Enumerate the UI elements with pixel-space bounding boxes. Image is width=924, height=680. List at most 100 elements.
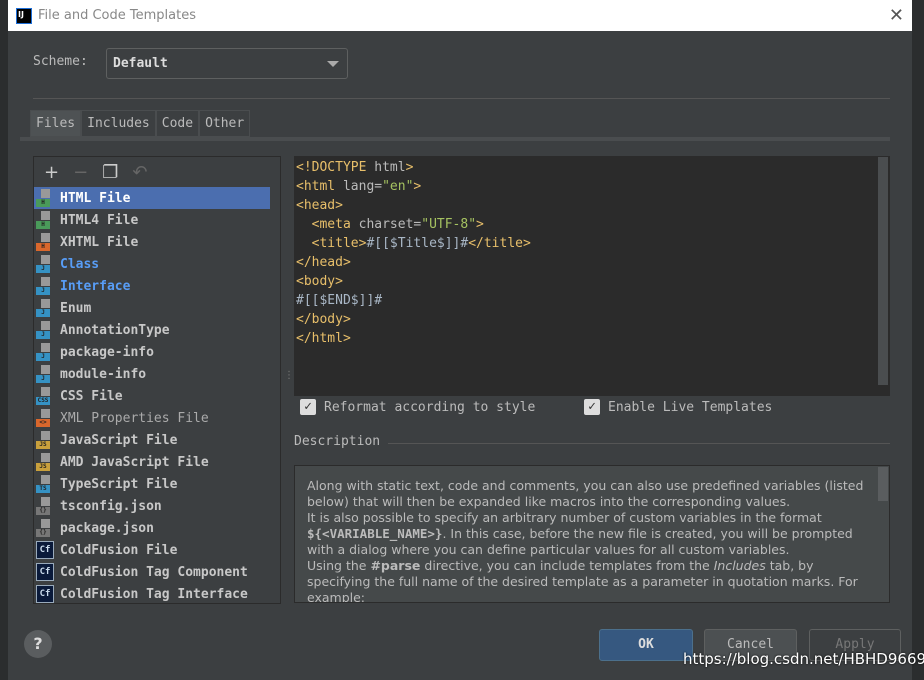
list-item[interactable]: <> XML Properties File xyxy=(34,407,270,429)
ok-button[interactable]: OK xyxy=(599,629,693,661)
tab-files[interactable]: Files xyxy=(30,110,82,137)
file-type-icon: J xyxy=(36,255,54,273)
list-item[interactable]: J Enum xyxy=(34,297,270,319)
code-token: "en" xyxy=(382,179,414,194)
code-line: <html lang="en"> xyxy=(296,177,888,196)
code-token: lang= xyxy=(342,179,383,194)
list-item-label: module-info xyxy=(60,366,147,382)
code-token: "UTF-8" xyxy=(421,217,477,232)
tab-code[interactable]: Code xyxy=(155,110,200,137)
file-type-icon: J xyxy=(36,277,54,295)
tab-includes[interactable]: Includes xyxy=(81,110,156,137)
list-item-label: package-info xyxy=(60,344,154,360)
scheme-dropdown[interactable]: Default xyxy=(106,48,348,79)
list-item[interactable]: Cf ColdFusion File xyxy=(34,539,270,561)
reformat-checkbox[interactable]: ✓ Reformat according to style xyxy=(300,399,535,415)
list-item-label: HTML4 File xyxy=(60,212,139,228)
code-line: </head> xyxy=(296,253,888,272)
file-type-icon: J xyxy=(36,299,54,317)
code-token: <body> xyxy=(296,274,343,289)
list-item-label: AMD JavaScript File xyxy=(60,454,209,470)
plus-icon[interactable]: + xyxy=(44,162,59,183)
file-type-icon: JS xyxy=(36,431,54,449)
code-token: </head> xyxy=(296,255,351,270)
code-token: charset= xyxy=(358,217,422,232)
file-type-icon: J xyxy=(36,321,54,339)
file-type-icon: {} xyxy=(36,519,54,537)
intellij-logo: IJ xyxy=(16,7,32,24)
list-item[interactable]: JS JavaScript File xyxy=(34,429,270,451)
code-token: #[[$Title$]]# xyxy=(366,236,469,251)
tab-bar: Files Includes Code Other xyxy=(30,110,251,137)
list-item[interactable]: {} package.json xyxy=(34,517,270,539)
divider xyxy=(388,443,890,444)
help-button[interactable]: ? xyxy=(24,630,52,658)
description-scrollbar[interactable] xyxy=(878,467,888,501)
divider xyxy=(33,98,890,99)
list-item[interactable]: Jpackage-info xyxy=(34,341,270,363)
chevron-down-icon xyxy=(327,61,339,67)
file-type-icon: H xyxy=(36,233,54,251)
copy-icon[interactable]: ❐ xyxy=(102,162,118,183)
list-item[interactable]: J Class xyxy=(34,253,270,275)
coldfusion-file-icon: Cf xyxy=(36,585,54,603)
code-token: <!DOCTYPE xyxy=(296,160,375,175)
list-item[interactable]: Cf ColdFusion Tag Interface xyxy=(34,583,270,603)
list-item[interactable]: TS TypeScript File xyxy=(34,473,270,495)
code-token: </html> xyxy=(296,331,351,346)
list-item-label: TypeScript File xyxy=(60,476,178,492)
checkmark-icon: ✓ xyxy=(584,399,600,415)
scheme-label: Scheme: xyxy=(33,54,88,69)
code-line: <meta charset="UTF-8"> xyxy=(296,215,888,234)
list-item[interactable]: {} tsconfig.json xyxy=(34,495,270,517)
live-templates-label: Enable Live Templates xyxy=(608,399,773,415)
list-item-label: tsconfig.json xyxy=(60,498,162,514)
tab-other[interactable]: Other xyxy=(199,110,251,137)
code-line: </html> xyxy=(296,329,888,348)
live-templates-checkbox[interactable]: ✓ Enable Live Templates xyxy=(584,399,772,415)
file-and-code-templates-dialog: IJ File and Code Templates ✕ Scheme: Def… xyxy=(8,0,912,680)
template-list-panel: + − ❐ ↶ H HTML File H HTML4 File H XHTML File… xyxy=(33,156,281,604)
file-type-icon: TS xyxy=(36,475,54,493)
list-item[interactable]: Cf ColdFusion Tag Component xyxy=(34,561,270,583)
template-list: H HTML File H HTML4 File H XHTML File J Class J I… xyxy=(34,187,280,603)
list-item[interactable]: H HTML4 File xyxy=(34,209,270,231)
minus-icon[interactable]: − xyxy=(73,162,88,183)
code-token: > xyxy=(413,179,422,194)
coldfusion-file-icon: Cf xyxy=(36,563,54,581)
list-item[interactable]: H XHTML File xyxy=(34,231,270,253)
code-token: </body> xyxy=(296,312,351,327)
list-item-label: XHTML File xyxy=(60,234,139,250)
revert-icon[interactable]: ↶ xyxy=(132,162,147,183)
list-item[interactable]: Jmodule-info xyxy=(34,363,270,385)
file-type-icon: CSS xyxy=(36,387,54,405)
code-token: #[[$END$]]# xyxy=(296,293,383,308)
file-type-icon: <> xyxy=(36,409,54,427)
list-item-label: AnnotationType xyxy=(60,322,170,338)
code-line: #[[$END$]]# xyxy=(296,291,888,310)
editor-scrollbar[interactable] xyxy=(878,157,888,385)
code-line: <!DOCTYPE html> xyxy=(296,158,888,177)
list-item-label: Interface xyxy=(60,278,131,294)
code-line: <body> xyxy=(296,272,888,291)
file-type-icon: {} xyxy=(36,497,54,515)
list-item-label: HTML File xyxy=(60,190,131,206)
close-icon[interactable]: ✕ xyxy=(889,5,904,26)
list-item[interactable]: JS AMD JavaScript File xyxy=(34,451,270,473)
file-type-icon: J xyxy=(36,365,54,383)
splitter-handle[interactable]: ⋮ xyxy=(284,370,294,381)
list-item[interactable]: CSS CSS File xyxy=(34,385,270,407)
code-token: <title> xyxy=(311,236,367,251)
list-item-label: package.json xyxy=(60,520,154,536)
title-bar: IJ File and Code Templates ✕ xyxy=(8,0,912,31)
code-line: </body> xyxy=(296,310,888,329)
coldfusion-file-icon: Cf xyxy=(36,541,54,559)
list-item[interactable]: J Interface xyxy=(34,275,270,297)
file-type-icon: J xyxy=(36,343,54,361)
list-item[interactable]: H HTML File xyxy=(34,187,270,209)
file-type-icon: JS xyxy=(36,453,54,471)
list-item[interactable]: J AnnotationType xyxy=(34,319,270,341)
template-editor[interactable]: <!DOCTYPE html> <html lang="en"> <head> <m… xyxy=(294,156,890,396)
